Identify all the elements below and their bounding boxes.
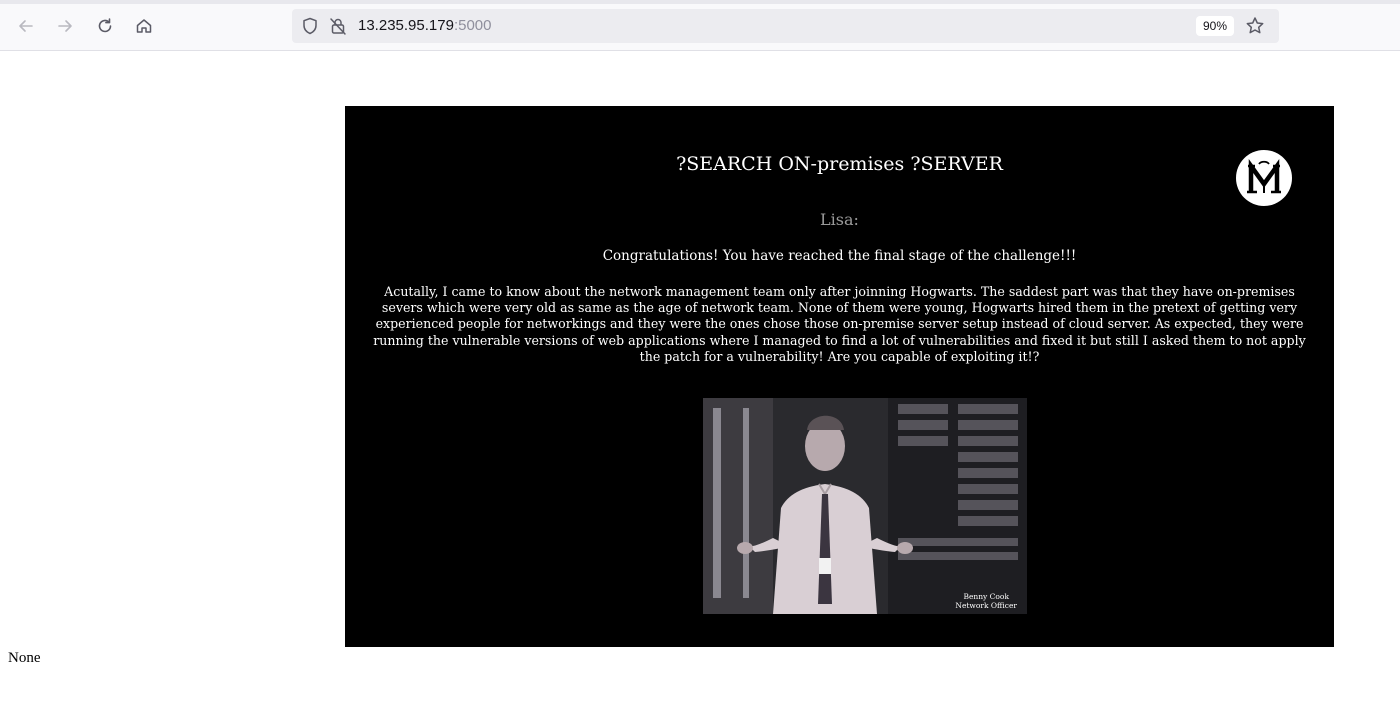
home-icon [136,19,152,33]
hogwarts-logo [1236,150,1292,206]
page-heading: ?SEARCH ON-premises ?SERVER [676,153,1003,175]
reload-icon [98,18,112,33]
url-text[interactable]: 13.235.95.179:5000 [358,17,491,34]
network-officer-photo: Benny Cook Network Officer [703,398,1027,614]
back-icon [19,20,33,32]
shield-icon[interactable] [300,16,320,40]
photo-caption: Benny Cook Network Officer [955,592,1017,610]
forward-button[interactable] [52,13,78,39]
monogram-m-icon [1247,159,1281,194]
congratulations-message: Congratulations! You have reached the fi… [602,248,1077,264]
browser-toolbar: 13.235.95.179:5000 90% [0,0,1400,51]
url-port: :5000 [453,17,492,34]
url-bar[interactable]: 13.235.95.179:5000 90% [292,9,1279,43]
reload-button[interactable] [92,13,118,39]
challenge-panel: ?SEARCH ON-premises ?SERVER Lisa: Congra… [345,106,1334,647]
caption-name: Benny Cook [963,592,1009,601]
lock-icon[interactable] [328,16,348,40]
response-output-text: None [8,650,41,666]
server-room-illustration [703,398,1027,614]
zoom-level-badge[interactable]: 90% [1196,16,1235,36]
story-paragraph: Acutally, I came to know about the netwo… [373,284,1306,364]
forward-icon [58,20,72,32]
tab-strip [0,0,1400,4]
url-host: 13.235.95.179 [358,17,454,34]
home-button[interactable] [131,13,157,39]
back-button[interactable] [13,13,39,39]
caption-role: Network Officer [955,601,1017,610]
speaker-name: Lisa: [820,210,859,229]
bookmark-star-icon[interactable] [1244,15,1266,41]
